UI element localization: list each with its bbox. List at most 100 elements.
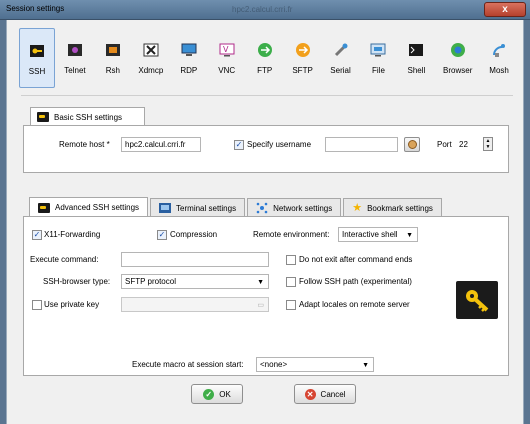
session-settings-dialog: SSH Telnet Rsh Xdmcp RDP V VNC FTP SFTP … — [6, 20, 524, 424]
telnet-icon — [67, 42, 83, 58]
session-type-sftp[interactable]: SFTP — [285, 28, 321, 88]
tab-label: Network settings — [273, 203, 333, 213]
spin-down-icon[interactable]: ▼ — [484, 144, 492, 150]
browser-type-value: SFTP protocol — [125, 277, 176, 286]
session-type-ftp[interactable]: FTP — [247, 28, 283, 88]
session-type-xdmcp[interactable]: Xdmcp — [133, 28, 169, 88]
session-type-telnet[interactable]: Telnet — [57, 28, 93, 88]
xdmcp-icon — [143, 42, 159, 58]
ok-label: OK — [219, 389, 231, 399]
file-browse-icon[interactable]: ▭ — [257, 301, 264, 311]
do-not-exit-label: Do not exit after command ends — [299, 255, 413, 264]
follow-ssh-path-checkbox[interactable] — [286, 277, 296, 287]
divider — [21, 95, 513, 96]
session-type-label: Xdmcp — [138, 66, 164, 75]
use-private-key-checkbox[interactable] — [32, 300, 42, 310]
remote-environment-label: Remote environment: — [253, 230, 330, 239]
cancel-label: Cancel — [320, 389, 346, 399]
session-type-label: Rsh — [105, 66, 120, 75]
compression-label: Compression — [170, 230, 218, 239]
tab-network-settings[interactable]: Network settings — [247, 198, 342, 217]
session-type-label: FTP — [257, 66, 273, 75]
user-icon — [407, 140, 417, 149]
browser-type-select[interactable]: SFTP protocol ▼ — [121, 274, 269, 289]
check-icon: ✓ — [203, 388, 215, 400]
x11-forwarding-checkbox[interactable]: ✓ — [32, 230, 42, 240]
session-type-mosh[interactable]: Mosh — [481, 28, 517, 88]
advanced-settings-panel: ✓ X11-Forwarding ✓ Compression Remote en… — [23, 216, 509, 376]
session-type-rsh[interactable]: Rsh — [95, 28, 131, 88]
svg-text:V: V — [223, 45, 229, 54]
browser-icon — [450, 42, 466, 58]
session-type-label: VNC — [218, 66, 236, 75]
keyboard-icon — [38, 202, 50, 213]
port-spinner[interactable]: ▲ ▼ — [483, 137, 493, 151]
rsh-icon — [105, 42, 121, 58]
ssh-icon — [29, 43, 45, 59]
do-not-exit-checkbox[interactable] — [286, 255, 296, 265]
tab-terminal-settings[interactable]: Terminal settings — [150, 198, 246, 217]
port-label: Port — [437, 140, 452, 149]
title-bar: Session settings hpc2.calcul.crri.fr x — [0, 0, 530, 20]
specify-username-label: Specify username — [247, 140, 312, 149]
session-type-label: Mosh — [489, 66, 509, 75]
adapt-locales-checkbox[interactable] — [286, 300, 296, 310]
basic-settings-panel: Remote host * hpc2.calcul.crri.fr ✓ Spec… — [23, 125, 509, 173]
settings-tabs: Advanced SSH settings Terminal settings … — [29, 197, 444, 217]
session-type-serial[interactable]: Serial — [323, 28, 359, 88]
compression-checkbox[interactable]: ✓ — [157, 230, 167, 240]
session-type-ssh[interactable]: SSH — [19, 28, 55, 88]
tab-basic-ssh-settings[interactable]: Basic SSH settings — [30, 107, 145, 126]
execute-command-input[interactable] — [121, 252, 269, 267]
terminal-icon — [159, 203, 172, 213]
session-type-label: RDP — [180, 66, 198, 75]
star-icon: ★ — [352, 201, 363, 214]
tab-label: Terminal settings — [176, 203, 237, 213]
key-icon — [456, 281, 498, 319]
window-title: Session settings — [6, 4, 65, 13]
tab-label: Basic SSH settings — [54, 112, 123, 122]
close-button[interactable]: x — [484, 2, 526, 17]
session-type-bar: SSH Telnet Rsh Xdmcp RDP V VNC FTP SFTP … — [19, 28, 519, 92]
tab-label: Bookmark settings — [367, 203, 433, 213]
session-type-label: Browser — [443, 66, 473, 75]
ftp-icon — [257, 42, 273, 58]
cancel-button[interactable]: ✕ Cancel — [294, 384, 356, 404]
execute-command-label: Execute command: — [30, 255, 99, 264]
port-input[interactable]: 22 — [455, 137, 481, 152]
session-type-rdp[interactable]: RDP — [171, 28, 207, 88]
tab-advanced-ssh-settings[interactable]: Advanced SSH settings — [29, 197, 149, 217]
username-input[interactable] — [325, 137, 398, 152]
chevron-down-icon: ▼ — [257, 279, 264, 286]
remote-environment-select[interactable]: Interactive shell ▼ — [338, 227, 418, 242]
chevron-down-icon: ▼ — [406, 232, 413, 239]
ok-button[interactable]: ✓ OK — [191, 384, 243, 404]
specify-username-checkbox[interactable]: ✓ — [234, 140, 244, 150]
session-type-vnc[interactable]: V VNC — [209, 28, 245, 88]
user-picker-button[interactable] — [404, 137, 420, 152]
macro-select[interactable]: <none> ▼ — [256, 357, 374, 372]
session-type-shell[interactable]: Shell — [398, 28, 434, 88]
tab-bookmark-settings[interactable]: ★ Bookmark settings — [343, 198, 442, 217]
macro-value: <none> — [260, 360, 288, 369]
network-icon — [256, 202, 268, 214]
session-type-label: Serial — [330, 66, 351, 75]
file-icon — [370, 42, 386, 58]
sftp-icon — [295, 42, 311, 58]
session-type-label: Shell — [407, 66, 426, 75]
background-window-title: hpc2.calcul.crri.fr — [232, 5, 293, 14]
session-type-browser[interactable]: Browser — [436, 28, 479, 88]
window-right-edge — [524, 20, 530, 424]
use-private-key-label: Use private key — [44, 300, 100, 309]
private-key-input[interactable]: ▭ — [121, 297, 269, 312]
browser-type-label: SSH-browser type: — [43, 277, 111, 286]
session-type-label: File — [372, 66, 385, 75]
vnc-icon: V — [219, 42, 235, 58]
session-type-file[interactable]: File — [360, 28, 396, 88]
cancel-icon: ✕ — [304, 388, 316, 400]
mosh-icon — [491, 42, 507, 58]
remote-host-input[interactable]: hpc2.calcul.crri.fr — [121, 137, 201, 152]
session-type-label: SSH — [28, 67, 46, 76]
session-type-label: SFTP — [292, 66, 313, 75]
rdp-icon — [181, 42, 197, 58]
